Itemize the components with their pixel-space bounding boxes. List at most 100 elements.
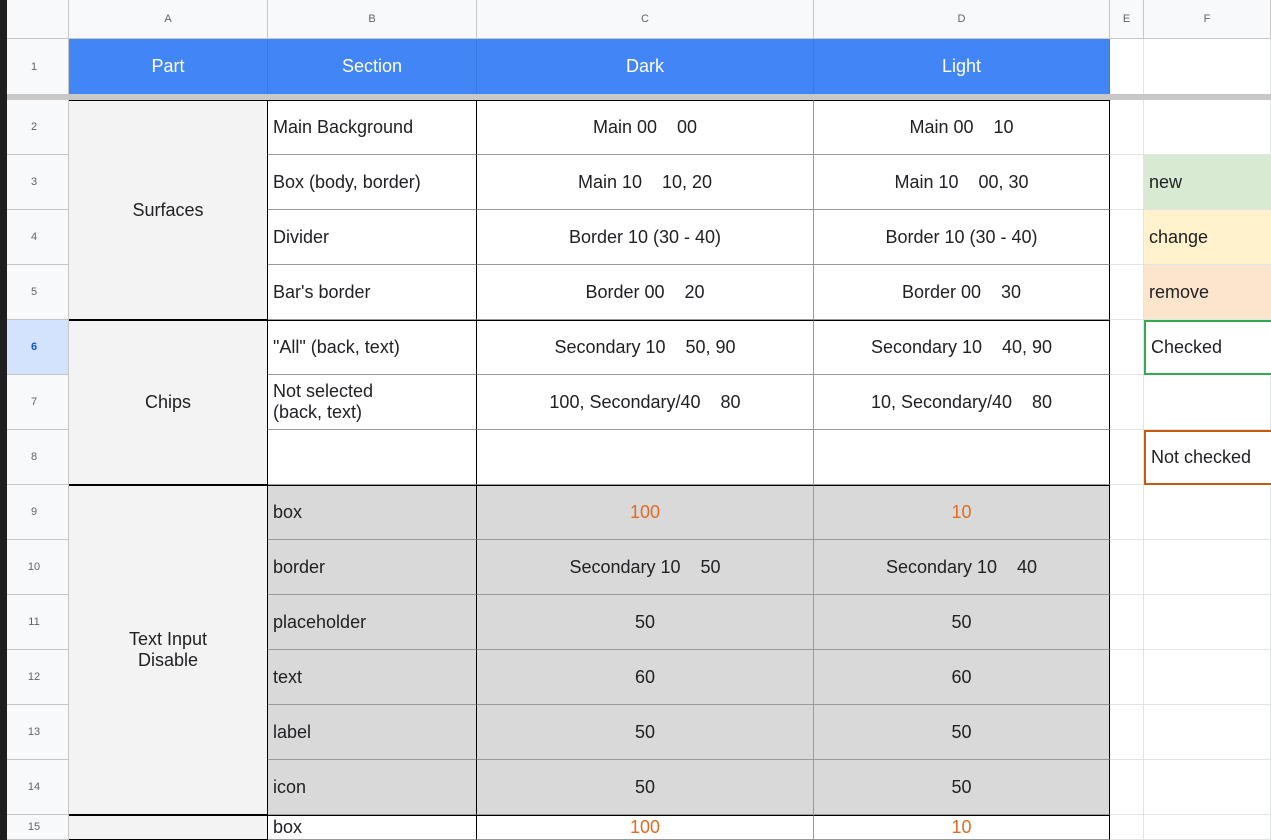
column-header-a[interactable]: A [69,0,268,39]
dark-value-cell-row-8[interactable] [477,430,814,485]
cell-f2[interactable] [1144,100,1271,155]
cell-f11[interactable] [1144,595,1271,650]
row-header-9[interactable]: 9 [0,485,69,540]
cell-e8[interactable] [1110,430,1144,485]
select-all-corner[interactable] [0,0,69,39]
light-value-cell-row-6[interactable]: Secondary 10 40, 90 [814,320,1110,375]
legend-change-cell[interactable]: change [1144,210,1271,265]
cell-f14[interactable] [1144,760,1271,815]
light-value-cell-row-10[interactable]: Secondary 10 40 [814,540,1110,595]
cell-f9[interactable] [1144,485,1271,540]
cell-f13[interactable] [1144,705,1271,760]
column-header-c[interactable]: C [477,0,814,39]
cell-f1[interactable] [1144,39,1271,95]
section-cell-row-13[interactable]: label [268,705,477,760]
cell-f12[interactable] [1144,650,1271,705]
cell-e4[interactable] [1110,210,1144,265]
section-cell-row-9[interactable]: box [268,485,477,540]
section-cell-row-12[interactable]: text [268,650,477,705]
header-light-cell[interactable]: Light [814,39,1110,95]
group-chips-cell[interactable]: Chips [69,320,268,485]
cell-e2[interactable] [1110,100,1144,155]
section-cell-row-3[interactable]: Box (body, border) [268,155,477,210]
column-header-e[interactable]: E [1110,0,1144,39]
cell-e11[interactable] [1110,595,1144,650]
section-cell-row-2[interactable]: Main Background [268,100,477,155]
row-header-7[interactable]: 7 [0,375,69,430]
cell-e9[interactable] [1110,485,1144,540]
dark-value-cell-row-13[interactable]: 50 [477,705,814,760]
light-value-cell-row-2[interactable]: Main 00 10 [814,100,1110,155]
cell-e10[interactable] [1110,540,1144,595]
row-header-6[interactable]: 6 [0,320,69,375]
row-header-13[interactable]: 13 [0,705,69,760]
dark-value-cell-row-9[interactable]: 100 [477,485,814,540]
cell-e6[interactable] [1110,320,1144,375]
dark-value-cell-row-4[interactable]: Border 10 (30 - 40) [477,210,814,265]
row-header-8[interactable]: 8 [0,430,69,485]
column-header-d[interactable]: D [814,0,1110,39]
dark-value-cell-row-5[interactable]: Border 00 20 [477,265,814,320]
light-value-cell-row-8[interactable] [814,430,1110,485]
dark-value-cell-row-14[interactable]: 50 [477,760,814,815]
cell-f7[interactable] [1144,375,1271,430]
section-cell-row-8[interactable] [268,430,477,485]
row-header-15[interactable]: 15 [0,815,69,840]
column-header-b[interactable]: B [268,0,477,39]
dark-value-cell-row-15[interactable]: 100 [477,815,814,840]
header-dark-cell[interactable]: Dark [477,39,814,95]
row-header-1[interactable]: 1 [0,39,69,95]
row-header-2[interactable]: 2 [0,100,69,155]
legend-remove-cell[interactable]: remove [1144,265,1271,320]
group-surfaces-cell[interactable]: Surfaces [69,100,268,320]
row-header-14[interactable]: 14 [0,760,69,815]
header-section-cell[interactable]: Section [268,39,477,95]
row-header-10[interactable]: 10 [0,540,69,595]
section-cell-row-14[interactable]: icon [268,760,477,815]
dark-value-cell-row-7[interactable]: 100, Secondary/40 80 [477,375,814,430]
legend-checked-cell[interactable]: Checked [1144,320,1271,375]
light-value-cell-row-5[interactable]: Border 00 30 [814,265,1110,320]
cell-f15[interactable] [1144,815,1271,840]
legend-not-checked-cell[interactable]: Not checked [1144,430,1271,485]
dark-value-cell-row-6[interactable]: Secondary 10 50, 90 [477,320,814,375]
section-cell-row-5[interactable]: Bar's border [268,265,477,320]
dark-value-cell-row-10[interactable]: Secondary 10 50 [477,540,814,595]
group-next-cell[interactable] [69,815,268,840]
legend-new-cell[interactable]: new [1144,155,1271,210]
light-value-cell-row-12[interactable]: 60 [814,650,1110,705]
dark-value-cell-row-3[interactable]: Main 10 10, 20 [477,155,814,210]
cell-e14[interactable] [1110,760,1144,815]
cell-e3[interactable] [1110,155,1144,210]
cell-f10[interactable] [1144,540,1271,595]
row-header-5[interactable]: 5 [0,265,69,320]
section-cell-row-7[interactable]: Not selected (back, text) [268,375,477,430]
header-part-cell[interactable]: Part [69,39,268,95]
section-cell-row-11[interactable]: placeholder [268,595,477,650]
section-cell-row-15[interactable]: box [268,815,477,840]
section-cell-row-4[interactable]: Divider [268,210,477,265]
dark-value-cell-row-12[interactable]: 60 [477,650,814,705]
section-cell-row-6[interactable]: "All" (back, text) [268,320,477,375]
section-cell-row-10[interactable]: border [268,540,477,595]
row-header-3[interactable]: 3 [0,155,69,210]
light-value-cell-row-13[interactable]: 50 [814,705,1110,760]
light-value-cell-row-14[interactable]: 50 [814,760,1110,815]
dark-value-cell-row-11[interactable]: 50 [477,595,814,650]
cell-e12[interactable] [1110,650,1144,705]
row-header-4[interactable]: 4 [0,210,69,265]
light-value-cell-row-11[interactable]: 50 [814,595,1110,650]
row-header-11[interactable]: 11 [0,595,69,650]
light-value-cell-row-9[interactable]: 10 [814,485,1110,540]
cell-e7[interactable] [1110,375,1144,430]
column-header-f[interactable]: F [1144,0,1271,39]
group-text-input-disable-cell[interactable]: Text Input Disable [69,485,268,815]
row-header-12[interactable]: 12 [0,650,69,705]
cell-e1[interactable] [1110,39,1144,95]
cell-e13[interactable] [1110,705,1144,760]
light-value-cell-row-3[interactable]: Main 10 00, 30 [814,155,1110,210]
light-value-cell-row-4[interactable]: Border 10 (30 - 40) [814,210,1110,265]
dark-value-cell-row-2[interactable]: Main 00 00 [477,100,814,155]
cell-e15[interactable] [1110,815,1144,840]
cell-e5[interactable] [1110,265,1144,320]
